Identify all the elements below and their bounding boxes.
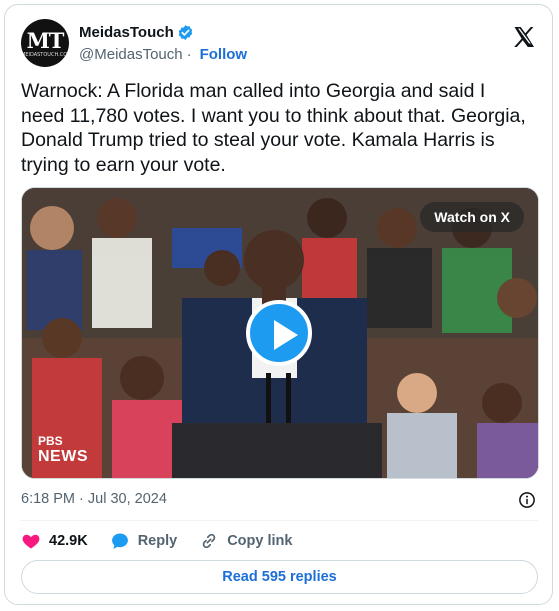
tweet-timestamp[interactable]: 6:18 PM · Jul 30, 2024 xyxy=(21,491,167,507)
heart-icon xyxy=(22,534,40,549)
name-row: MeidasTouch xyxy=(79,24,194,41)
avatar-logo-subtext: MEIDASTOUCH.COM xyxy=(21,52,69,58)
avatar[interactable]: MT MEIDASTOUCH.COM xyxy=(21,19,69,67)
reply-label: Reply xyxy=(137,533,178,549)
pbs-news-logo: PBS NEWS xyxy=(38,434,88,466)
tweet-actions: 42.9K Reply Copy link xyxy=(21,528,314,554)
link-icon xyxy=(202,533,216,549)
read-replies-button[interactable]: Read 595 replies xyxy=(21,560,538,594)
account-handle[interactable]: @MeidasTouch xyxy=(79,46,183,63)
play-icon[interactable] xyxy=(246,300,312,366)
divider xyxy=(21,520,538,521)
separator-dot: · xyxy=(186,46,192,63)
like-count: 42.9K xyxy=(49,533,88,549)
watch-on-x-button[interactable]: Watch on X xyxy=(420,202,524,232)
handle-row: @MeidasTouch · Follow xyxy=(79,46,247,63)
info-icon[interactable] xyxy=(518,491,536,509)
copy-link-label: Copy link xyxy=(227,533,293,549)
follow-button[interactable]: Follow xyxy=(200,46,248,63)
tweet-card: MT MEIDASTOUCH.COM MeidasTouch @MeidasTo… xyxy=(4,4,553,605)
x-logo-icon[interactable] xyxy=(512,25,536,49)
tweet-header: MT MEIDASTOUCH.COM MeidasTouch @MeidasTo… xyxy=(21,19,538,71)
avatar-logo-text: MT xyxy=(26,28,65,53)
like-button[interactable]: 42.9K xyxy=(21,531,88,551)
verified-badge-icon xyxy=(178,25,192,40)
video-player[interactable]: Watch on X PBS NEWS xyxy=(21,187,539,479)
reply-button[interactable]: Reply xyxy=(110,531,178,551)
account-name[interactable]: MeidasTouch xyxy=(79,24,174,41)
pbs-logo-bottom: NEWS xyxy=(38,448,88,465)
pbs-logo-top: PBS xyxy=(38,434,63,448)
reply-bubble-icon xyxy=(111,533,128,549)
tweet-text: Warnock: A Florida man called into Georg… xyxy=(21,80,526,176)
copy-link-button[interactable]: Copy link xyxy=(199,531,292,551)
